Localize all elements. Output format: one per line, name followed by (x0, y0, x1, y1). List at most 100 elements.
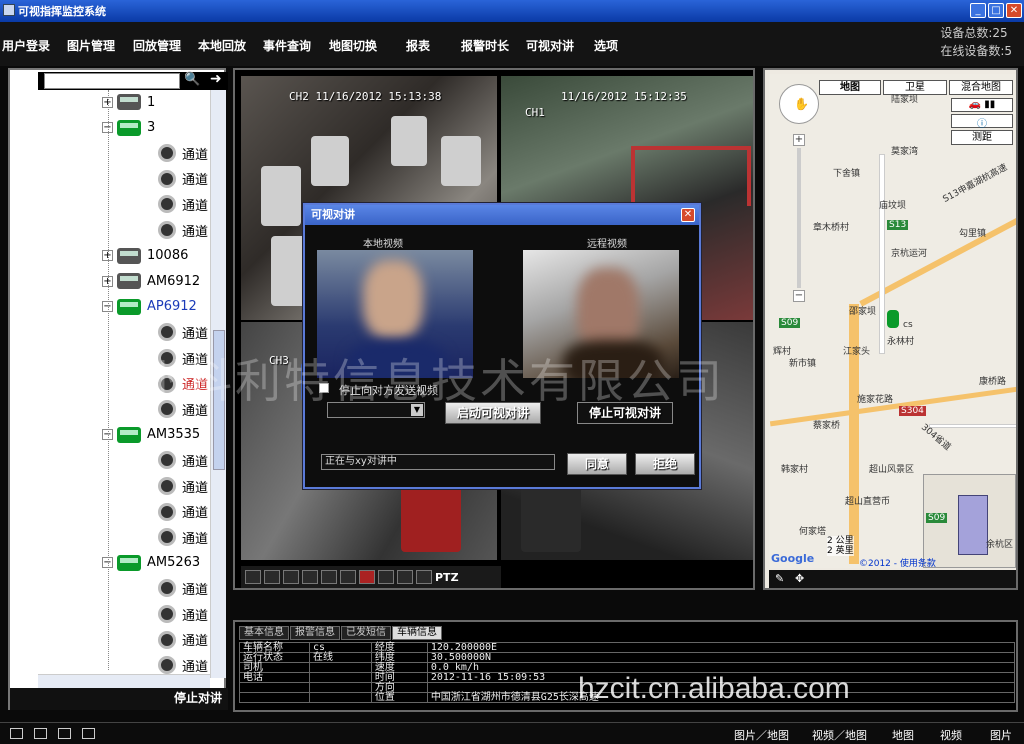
measure-button[interactable]: 测距 (951, 130, 1013, 145)
layout-hsplit-icon[interactable] (58, 728, 71, 739)
power-icon[interactable] (340, 570, 356, 584)
tree-channel-item[interactable]: 通道 (158, 448, 208, 472)
channel-label: 通道 (182, 480, 209, 496)
tree-channel-item[interactable]: 通道 (158, 474, 208, 498)
menu-picture-manage[interactable]: 图片管理 (67, 37, 115, 54)
info-value (308, 692, 372, 703)
layout-single-icon[interactable] (82, 728, 95, 739)
tree-horizontal-scrollbar[interactable] (38, 674, 210, 688)
move-icon[interactable]: ✥ (795, 572, 804, 585)
info-value (308, 662, 372, 673)
menu-report[interactable]: 报表 (406, 37, 430, 54)
close-icon[interactable]: ✕ (1006, 3, 1022, 18)
map-view[interactable]: 地图 卫星 混合地图 ✋ + − 🚗 ▮▮ ⓘ 测距 陆家坝 莫家湾 下舍镇 庙… (769, 74, 1016, 568)
video-osd: CH1 (525, 106, 545, 119)
map-type-map[interactable]: 地图 (819, 80, 881, 95)
layout-6-icon[interactable] (283, 570, 299, 584)
zoom-in-icon[interactable]: + (793, 134, 805, 146)
stop-talk-button[interactable]: 停止对讲 (10, 688, 228, 710)
layout-9-icon[interactable] (302, 570, 318, 584)
car-icon[interactable]: 🚗 ▮▮ (951, 98, 1013, 112)
vehicle-marker-icon[interactable] (887, 310, 899, 328)
map-toolbar: ✎ ✥ (769, 570, 1016, 588)
view-picture-map-button[interactable]: 图片／地图 (734, 727, 789, 743)
map-label: S13 (887, 220, 909, 230)
tree-channel-item[interactable]: 通道 (158, 167, 208, 191)
tree-channel-item[interactable]: 通道 (158, 525, 208, 549)
company-watermark: 杭州科利特信息技术有限公司 (88, 354, 725, 408)
maximize-icon[interactable]: □ (988, 3, 1004, 18)
snapshot-icon[interactable] (378, 570, 394, 584)
tree-channel-item[interactable]: 通道 (158, 500, 208, 524)
tree-vehicle-item[interactable]: +10086 (102, 244, 188, 268)
tab-basic-info[interactable]: 基本信息 (239, 626, 289, 640)
map-label: 江家头 (843, 347, 871, 357)
map-label: S304 (899, 406, 926, 416)
zoom-out-icon[interactable]: − (793, 290, 805, 302)
search-icon[interactable]: 🔍 (184, 72, 200, 87)
tree-vehicle-item[interactable]: − AP6912 (102, 295, 197, 319)
channel-label: 通道 (182, 454, 209, 470)
tab-vehicle-info[interactable]: 车辆信息 (392, 626, 442, 640)
menu-event-query[interactable]: 事件查询 (263, 37, 311, 54)
menu-options[interactable]: 选项 (594, 37, 618, 54)
menu-map-switch[interactable]: 地图切换 (329, 37, 377, 54)
map-label: 陆家坝 (891, 95, 919, 105)
status-bar: 图片／地图 视频／地图 地图 视频 图片 (0, 722, 1024, 744)
tree-vehicle-item[interactable]: −3 (102, 116, 155, 140)
tree-channel-item[interactable]: 通道 (158, 320, 208, 344)
map-panel: 地图 卫星 混合地图 ✋ + − 🚗 ▮▮ ⓘ 测距 陆家坝 莫家湾 下舍镇 庙… (763, 68, 1018, 590)
map-type-hybrid[interactable]: 混合地图 (949, 80, 1013, 95)
arrow-right-icon[interactable]: ➜ (210, 71, 222, 87)
menu-video-intercom[interactable]: 可视对讲 (526, 37, 574, 54)
tree-vehicle-item[interactable]: + AM6912 (102, 269, 200, 293)
tree-channel-item[interactable]: 通道 (158, 602, 208, 626)
info-icon[interactable]: ⓘ (951, 114, 1013, 130)
close-icon[interactable]: ✕ (681, 208, 695, 222)
intercom-status: 正在与xy对讲中 (321, 454, 555, 470)
tree-channel-item[interactable]: 通道 (158, 141, 208, 165)
info-key (239, 692, 310, 703)
tree-channel-item[interactable]: 通道 (158, 628, 208, 652)
map-copyright[interactable]: ©2012 - 使用条款 (859, 556, 936, 568)
tab-alarm-info[interactable]: 报警信息 (290, 626, 340, 640)
tree-vehicle-item[interactable]: − AM5263 (102, 551, 200, 575)
view-video-map-button[interactable]: 视频／地图 (812, 727, 867, 743)
tree-search-input[interactable] (44, 73, 180, 89)
vehicle-label: AP6912 (147, 299, 197, 315)
view-video-button[interactable]: 视频 (940, 727, 962, 743)
eraser-icon[interactable]: ✎ (775, 572, 784, 585)
tree-vehicle-item[interactable]: − AM3535 (102, 423, 200, 447)
zoom-slider[interactable] (797, 148, 801, 288)
overview-map[interactable]: S09 余杭区 (923, 474, 1016, 568)
tree-channel-item[interactable]: 通道 (158, 576, 208, 600)
layout-split-icon[interactable] (34, 728, 47, 739)
camera-icon (158, 528, 176, 547)
map-label: S09 (779, 318, 801, 328)
audio-icon[interactable] (397, 570, 413, 584)
reject-button[interactable]: 拒绝 (635, 453, 695, 475)
vehicle-label: 1 (147, 94, 156, 110)
layout-4-icon[interactable] (264, 570, 280, 584)
tab-sent-sms[interactable]: 已发短信 (341, 626, 391, 640)
layout-1-icon[interactable] (245, 570, 261, 584)
view-map-button[interactable]: 地图 (892, 727, 914, 743)
layout-grid-icon[interactable] (10, 728, 23, 739)
tree-channel-item[interactable]: 通道 (158, 192, 208, 216)
menu-local-playback[interactable]: 本地回放 (198, 37, 246, 54)
map-label: 勾里镇 (959, 229, 987, 239)
tree-vehicle-item[interactable]: +1 (102, 90, 155, 114)
map-label: 下舍镇 (833, 169, 861, 179)
accept-button[interactable]: 同意 (567, 453, 627, 475)
layout-16-icon[interactable] (321, 570, 337, 584)
menu-playback-manage[interactable]: 回放管理 (133, 37, 181, 54)
ptz-button[interactable]: PTZ (435, 571, 459, 584)
minimize-icon[interactable]: _ (970, 3, 986, 18)
tree-channel-item[interactable]: 通道 (158, 218, 208, 242)
record-icon[interactable] (359, 570, 375, 584)
menu-user-login[interactable]: 用户登录 (2, 37, 50, 54)
camera-icon[interactable] (416, 570, 432, 584)
menu-alarm-duration[interactable]: 报警时长 (461, 37, 509, 54)
pan-control[interactable]: ✋ (779, 84, 819, 124)
view-picture-button[interactable]: 图片 (990, 727, 1012, 743)
